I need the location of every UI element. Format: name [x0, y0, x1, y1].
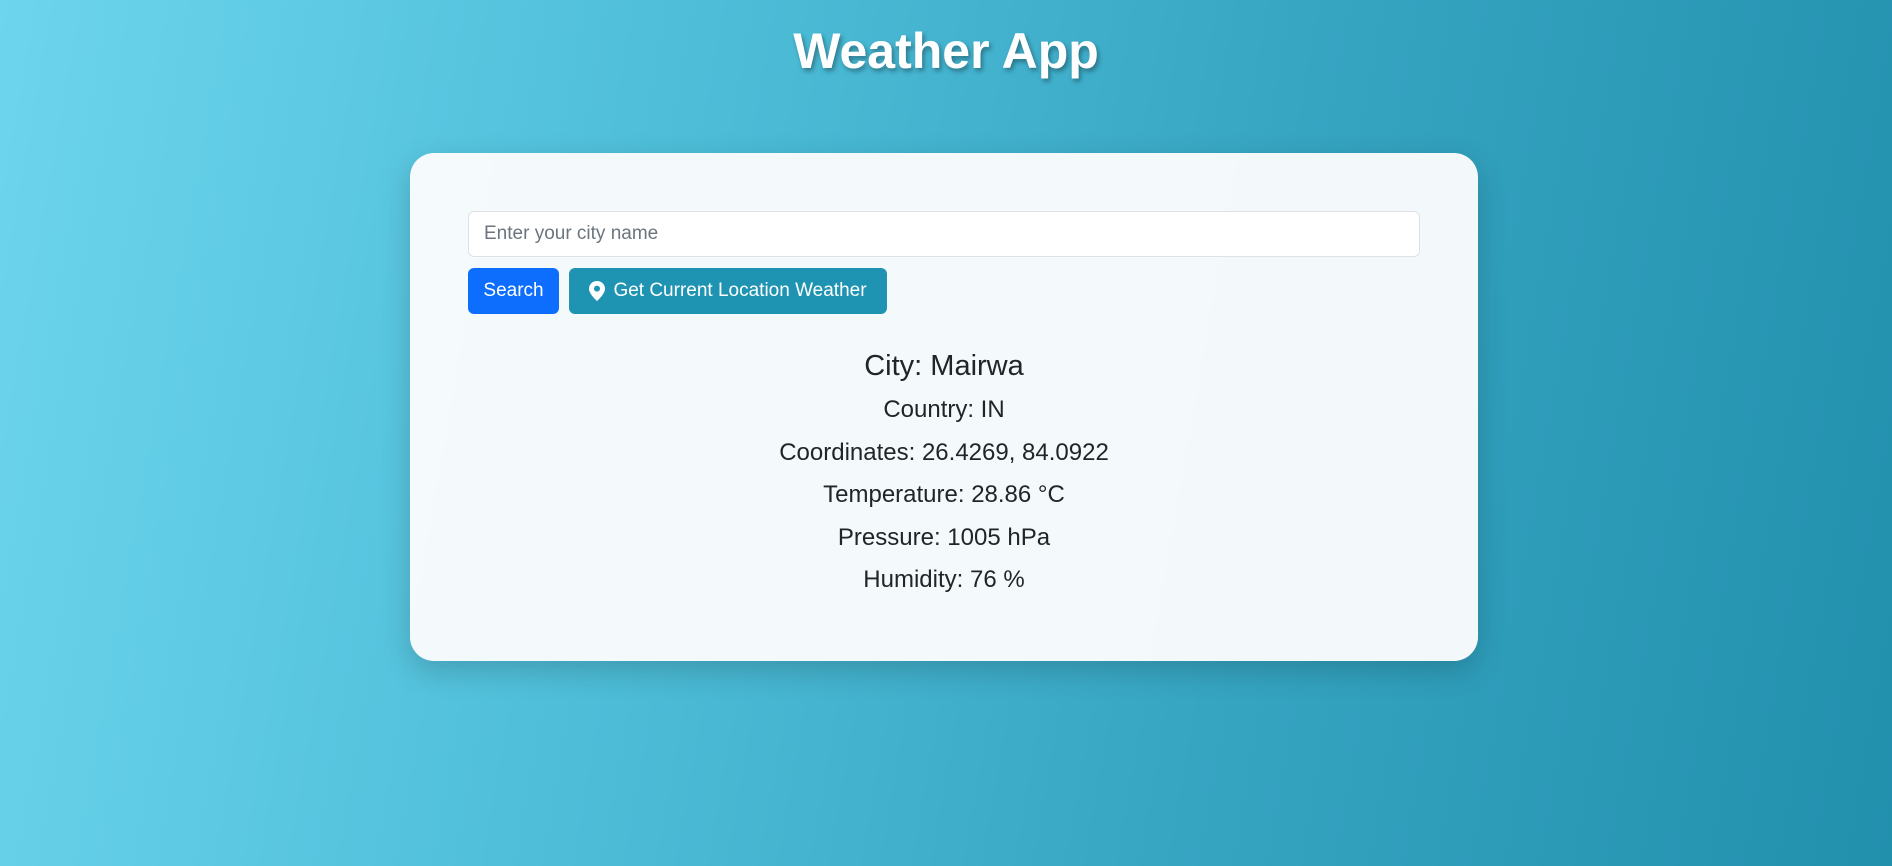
coordinates-value: Coordinates: 26.4269, 84.0922 [779, 438, 1109, 466]
weather-card: Search Get Current Location Weather City… [410, 153, 1478, 661]
country-value: Country: IN [883, 396, 1005, 423]
humidity-value: Humidity: 76 % [863, 566, 1025, 593]
pressure-value: Pressure: 1005 hPa [837, 523, 1051, 551]
weather-results: City: Mairwa Country: IN Coordinates: 26… [410, 343, 1478, 602]
search-button[interactable]: Search [468, 268, 559, 314]
page-title: Weather App [793, 23, 1099, 79]
current-location-button-label: Get Current Location Weather [613, 280, 867, 301]
current-location-button[interactable]: Get Current Location Weather [569, 268, 887, 314]
city-search-input[interactable] [468, 211, 1420, 257]
city-name: City: Mairwa [864, 350, 1024, 382]
map-pin-icon [589, 281, 606, 301]
search-button-label: Search [483, 280, 544, 301]
temperature-value: Temperature: 28.86 °C [823, 481, 1065, 508]
